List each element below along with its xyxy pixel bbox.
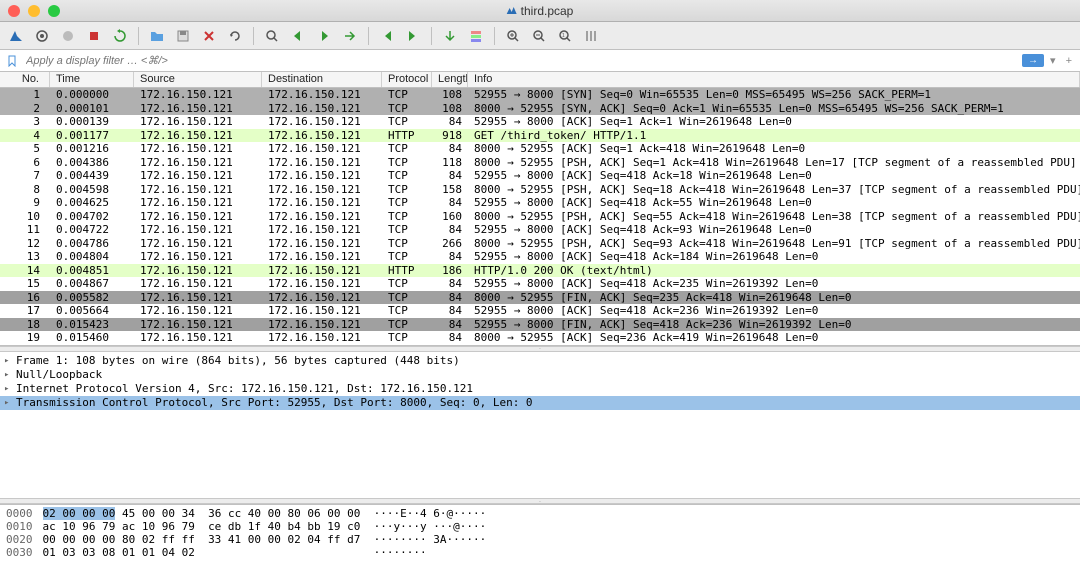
window-titlebar: third.pcap [0,0,1080,22]
toolbar-separator [431,27,432,45]
packet-row[interactable]: 110.004722172.16.150.121172.16.150.121TC… [0,223,1080,237]
packet-row[interactable]: 10.000000172.16.150.121172.16.150.121TCP… [0,88,1080,102]
file-save-icon[interactable] [171,25,195,47]
tree-expand-icon[interactable]: ▸ [4,368,16,382]
packet-row[interactable]: 120.004786172.16.150.121172.16.150.121TC… [0,237,1080,251]
go-to-icon[interactable] [338,25,362,47]
col-header-protocol[interactable]: Protocol [382,72,432,87]
main-toolbar: 1 [0,22,1080,50]
tree-expand-icon[interactable]: ▸ [4,382,16,396]
zoom-out-icon[interactable] [527,25,551,47]
packet-row[interactable]: 40.001177172.16.150.121172.16.150.121HTT… [0,129,1080,143]
packet-list-pane[interactable]: No. Time Source Destination Protocol Len… [0,72,1080,346]
bytes-row[interactable]: 000002 00 00 00 45 00 00 34 36 cc 40 00 … [6,507,1074,520]
capture-stop-icon[interactable] [82,25,106,47]
resize-columns-icon[interactable] [579,25,603,47]
window-title-text: third.pcap [521,4,574,18]
packet-row[interactable]: 100.004702172.16.150.121172.16.150.121TC… [0,210,1080,224]
detail-tree-label: Transmission Control Protocol, Src Port:… [16,396,533,410]
packet-row[interactable]: 190.015460172.16.150.121172.16.150.121TC… [0,331,1080,345]
filter-dropdown-icon[interactable]: ▾ [1046,54,1060,67]
col-header-source[interactable]: Source [134,72,262,87]
packet-row[interactable]: 140.004851172.16.150.121172.16.150.121HT… [0,264,1080,278]
go-back-icon[interactable] [286,25,310,47]
bytes-row[interactable]: 003001 03 03 08 01 01 04 02 ········ [6,546,1074,559]
detail-tree-item[interactable]: ▸Frame 1: 108 bytes on wire (864 bits), … [0,354,1080,368]
toolbar-separator [253,27,254,45]
capture-restart-icon[interactable] [108,25,132,47]
tree-expand-icon[interactable]: ▸ [4,396,16,410]
packet-row[interactable]: 90.004625172.16.150.121172.16.150.121TCP… [0,196,1080,210]
find-icon[interactable] [260,25,284,47]
window-close-button[interactable] [8,5,20,17]
packet-list-header[interactable]: No. Time Source Destination Protocol Len… [0,72,1080,88]
file-close-icon[interactable] [197,25,221,47]
filter-apply-button[interactable]: → [1022,54,1044,67]
window-maximize-button[interactable] [48,5,60,17]
detail-tree-label: Internet Protocol Version 4, Src: 172.16… [16,382,473,396]
wireshark-icon [507,6,517,16]
packet-row[interactable]: 160.005582172.16.150.121172.16.150.121TC… [0,291,1080,305]
colorize-icon[interactable] [464,25,488,47]
col-header-no[interactable]: No. [0,72,50,87]
toolbar-separator [494,27,495,45]
shark-fin-icon[interactable] [4,25,28,47]
window-title: third.pcap [507,4,574,18]
col-header-time[interactable]: Time [50,72,134,87]
detail-tree-item[interactable]: ▸Transmission Control Protocol, Src Port… [0,396,1080,410]
display-filter-bar: → ▾ + [0,50,1080,72]
capture-options-icon[interactable] [30,25,54,47]
bytes-row[interactable]: 002000 00 00 00 80 02 ff ff 33 41 00 00 … [6,533,1074,546]
detail-tree-item[interactable]: ▸Null/Loopback [0,368,1080,382]
packet-row[interactable]: 60.004386172.16.150.121172.16.150.121TCP… [0,156,1080,170]
file-open-icon[interactable] [145,25,169,47]
packet-row[interactable]: 180.015423172.16.150.121172.16.150.121TC… [0,318,1080,332]
col-header-length[interactable]: Length [432,72,468,87]
packet-row[interactable]: 30.000139172.16.150.121172.16.150.121TCP… [0,115,1080,129]
capture-start-icon[interactable] [56,25,80,47]
packet-row[interactable]: 80.004598172.16.150.121172.16.150.121TCP… [0,183,1080,197]
bytes-row[interactable]: 0010ac 10 96 79 ac 10 96 79 ce db 1f 40 … [6,520,1074,533]
auto-scroll-icon[interactable] [438,25,462,47]
detail-tree-label: Null/Loopback [16,368,102,382]
zoom-reset-icon[interactable]: 1 [553,25,577,47]
go-forward-icon[interactable] [312,25,336,47]
packet-row[interactable]: 150.004867172.16.150.121172.16.150.121TC… [0,277,1080,291]
tree-expand-icon[interactable]: ▸ [4,354,16,368]
packet-details-pane[interactable]: ▸Frame 1: 108 bytes on wire (864 bits), … [0,352,1080,499]
display-filter-input[interactable] [24,53,1018,69]
filter-add-button[interactable]: + [1062,55,1076,67]
col-header-info[interactable]: Info [468,72,1080,87]
packet-bytes-pane[interactable]: 000002 00 00 00 45 00 00 34 36 cc 40 00 … [0,504,1080,561]
packet-row[interactable]: 130.004804172.16.150.121172.16.150.121TC… [0,250,1080,264]
go-last-icon[interactable] [401,25,425,47]
detail-tree-label: Frame 1: 108 bytes on wire (864 bits), 5… [16,354,460,368]
window-minimize-button[interactable] [28,5,40,17]
detail-tree-item[interactable]: ▸Internet Protocol Version 4, Src: 172.1… [0,382,1080,396]
go-first-icon[interactable] [375,25,399,47]
reload-icon[interactable] [223,25,247,47]
col-header-destination[interactable]: Destination [262,72,382,87]
bookmark-filter-icon[interactable] [4,53,20,69]
svg-text:1: 1 [562,33,565,39]
toolbar-separator [138,27,139,45]
packet-row[interactable]: 20.000101172.16.150.121172.16.150.121TCP… [0,102,1080,116]
packet-row[interactable]: 50.001216172.16.150.121172.16.150.121TCP… [0,142,1080,156]
zoom-in-icon[interactable] [501,25,525,47]
packet-row[interactable]: 170.005664172.16.150.121172.16.150.121TC… [0,304,1080,318]
toolbar-separator [368,27,369,45]
packet-row[interactable]: 70.004439172.16.150.121172.16.150.121TCP… [0,169,1080,183]
